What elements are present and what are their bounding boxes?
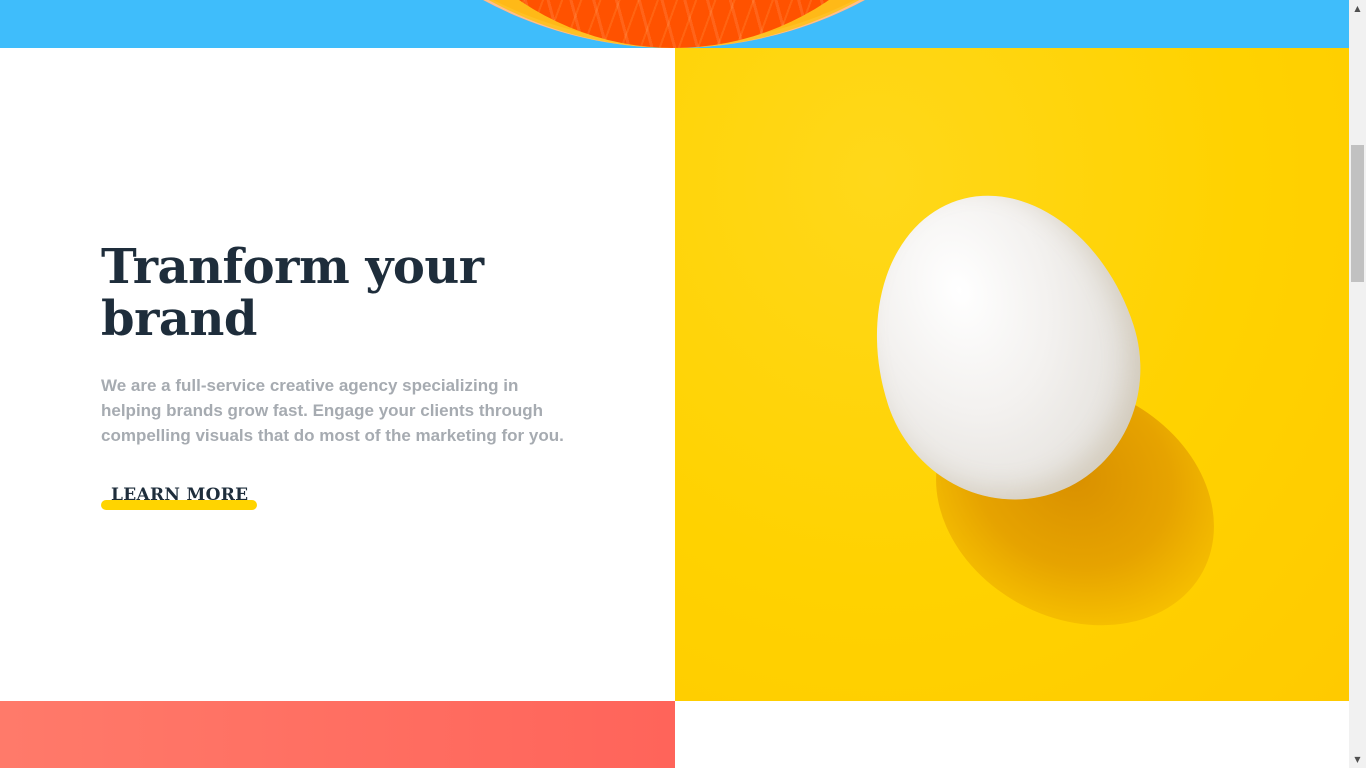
feature-heading: Tranform your brand: [101, 239, 484, 347]
feature-text-panel: Tranform your brand We are a full-servic…: [0, 48, 675, 701]
egg-image: [675, 48, 1349, 701]
learn-more-link[interactable]: LEARN MORE: [101, 482, 258, 510]
scrollbar-thumb[interactable]: [1351, 145, 1364, 282]
coral-section-block: [0, 701, 675, 768]
scroll-down-icon[interactable]: ▼: [1349, 751, 1366, 768]
scroll-up-icon[interactable]: ▲: [1349, 0, 1366, 17]
orange-juice-image: [0, 0, 1349, 48]
feature-description: We are a full-service creative agency sp…: [101, 376, 564, 445]
orange-pulp: [400, 0, 948, 48]
page: Tranform your brand We are a full-servic…: [0, 0, 1349, 768]
learn-more-label: LEARN MORE: [111, 485, 249, 505]
white-section-block: [675, 701, 1349, 768]
vertical-scrollbar[interactable]: ▲ ▼: [1349, 0, 1366, 768]
